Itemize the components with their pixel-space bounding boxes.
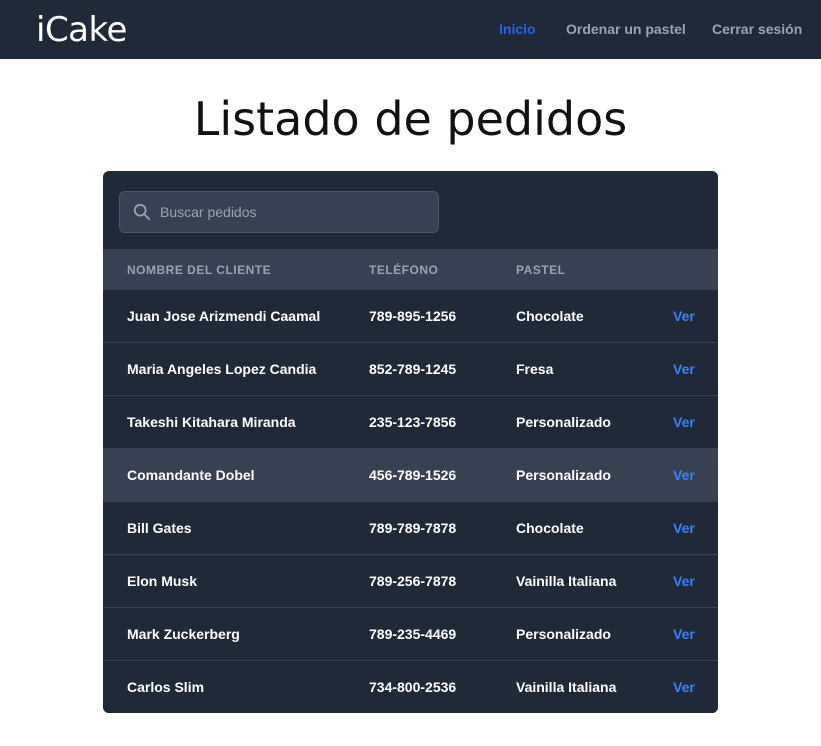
page-title: Listado de pedidos [193,92,628,146]
cell-phone: 789-235-4469 [369,626,457,642]
nav-link-ordenar-pastel[interactable]: Ordenar un pastel [566,20,686,38]
view-order-link[interactable]: Ver [673,414,695,431]
table-row: Elon Musk 789-256-7878 Vainilla Italiana… [103,555,718,608]
table-row: Maria Angeles Lopez Candia 852-789-1245 … [103,343,718,396]
cell-cake: Chocolate [516,520,584,536]
view-order-link[interactable]: Ver [673,361,695,378]
table-row-hovered: Comandante Dobel 456-789-1526 Personaliz… [103,449,718,502]
table-row: Takeshi Kitahara Miranda 235-123-7856 Pe… [103,396,718,449]
search-input[interactable] [160,192,430,232]
table-row: Juan Jose Arizmendi Caamal 789-895-1256 … [103,290,718,343]
cell-client-name: Takeshi Kitahara Miranda [127,414,296,430]
cell-client-name: Elon Musk [127,573,198,589]
cell-phone: 789-789-7878 [369,520,457,536]
column-header-nombre: NOMBRE DEL CLIENTE [127,263,272,277]
cell-phone: 734-800-2536 [369,679,457,695]
nav-link-inicio[interactable]: Inicio [499,20,536,38]
cell-client-name: Comandante Dobel [127,467,255,483]
app-logo[interactable]: iCake [36,8,127,52]
view-order-link[interactable]: Ver [673,626,695,643]
nav-link-cerrar-sesion[interactable]: Cerrar sesión [712,20,802,38]
cell-client-name: Bill Gates [127,520,192,536]
navbar: iCake Inicio Ordenar un pastel Cerrar se… [0,0,821,59]
table-header: NOMBRE DEL CLIENTE TELÉFONO PASTEL [103,249,718,290]
cell-phone: 235-123-7856 [369,414,457,430]
table-row: Bill Gates 789-789-7878 Chocolate Ver [103,502,718,555]
orders-card: NOMBRE DEL CLIENTE TELÉFONO PASTEL Juan … [103,171,718,713]
search-icon [133,203,151,221]
column-header-pastel: PASTEL [516,263,566,277]
table-row: Carlos Slim 734-800-2536 Vainilla Italia… [103,661,718,713]
cell-cake: Chocolate [516,308,584,324]
cell-cake: Personalizado [516,467,611,483]
view-order-link[interactable]: Ver [673,573,695,590]
view-order-link[interactable]: Ver [673,679,695,696]
view-order-link[interactable]: Ver [673,467,695,484]
cell-cake: Personalizado [516,414,611,430]
view-order-link[interactable]: Ver [673,520,695,537]
cell-cake: Personalizado [516,626,611,642]
cell-client-name: Maria Angeles Lopez Candia [127,361,317,377]
table-row: Mark Zuckerberg 789-235-4469 Personaliza… [103,608,718,661]
column-header-telefono: TELÉFONO [369,263,439,277]
cell-phone: 789-895-1256 [369,308,457,324]
cell-cake: Vainilla Italiana [516,573,617,589]
cell-phone: 789-256-7878 [369,573,457,589]
cell-client-name: Juan Jose Arizmendi Caamal [127,308,321,324]
view-order-link[interactable]: Ver [673,308,695,325]
cell-phone: 852-789-1245 [369,361,457,377]
cell-cake: Fresa [516,361,554,377]
cell-cake: Vainilla Italiana [516,679,617,695]
table-body: Juan Jose Arizmendi Caamal 789-895-1256 … [103,290,718,713]
cell-client-name: Carlos Slim [127,679,205,695]
cell-client-name: Mark Zuckerberg [127,626,240,642]
search-box[interactable] [119,191,439,233]
cell-phone: 456-789-1526 [369,467,457,483]
